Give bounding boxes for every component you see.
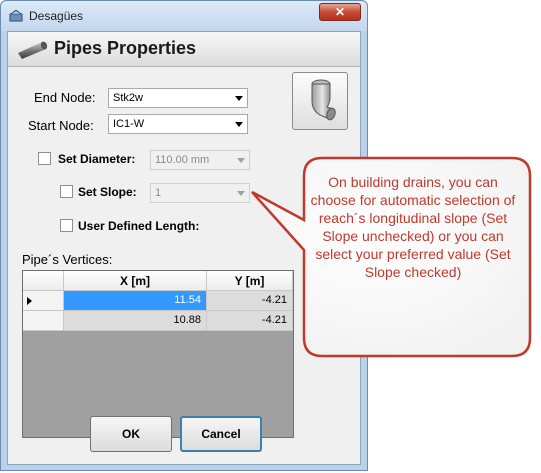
slope-select[interactable]: 1 (150, 183, 250, 203)
chevron-down-icon (235, 122, 243, 127)
user-length-label: User Defined Length: (78, 219, 200, 233)
cancel-button[interactable]: Cancel (180, 416, 262, 452)
window-title: Desagües (29, 9, 84, 23)
chevron-down-icon (237, 158, 245, 163)
set-diameter-label: Set Diameter: (58, 152, 136, 166)
set-slope-label: Set Slope: (78, 185, 137, 199)
end-node-label: End Node: (34, 90, 96, 105)
title-bar[interactable]: Desagües ✕ (1, 1, 367, 31)
grid-corner-header (23, 271, 64, 291)
start-node-value: IC1-W (113, 118, 145, 130)
slope-value: 1 (155, 187, 162, 199)
chevron-down-icon (237, 191, 245, 196)
pipe-icon (18, 41, 48, 59)
end-node-select[interactable]: Stk2w (108, 88, 248, 108)
diameter-value: 110.00 mm (155, 154, 210, 166)
set-slope-checkbox[interactable] (60, 185, 73, 198)
page-title: Pipes Properties (54, 38, 197, 58)
app-icon (9, 10, 23, 22)
table-cell-x[interactable]: 11.54 (64, 291, 207, 311)
close-icon: ✕ (334, 5, 346, 19)
set-diameter-checkbox[interactable] (38, 152, 51, 165)
end-node-value: Stk2w (113, 92, 143, 104)
elbow-icon (311, 79, 336, 121)
row-pointer-icon (27, 297, 32, 305)
diameter-select[interactable]: 110.00 mm (150, 150, 250, 170)
chevron-down-icon (235, 96, 243, 101)
fitting-button[interactable] (292, 72, 348, 130)
table-cell-x[interactable]: 10.88 (64, 311, 207, 331)
row-header[interactable] (23, 311, 64, 331)
dialog-header: Pipes Properties (8, 32, 360, 67)
ok-button[interactable]: OK (90, 416, 172, 452)
callout-text: On building drains, you can choose for a… (310, 174, 516, 280)
start-node-label: Start Node: (28, 118, 94, 133)
close-button[interactable]: ✕ (319, 3, 361, 21)
user-length-checkbox[interactable] (60, 219, 73, 232)
row-header[interactable] (23, 291, 64, 311)
column-header-x[interactable]: X [m] (64, 271, 207, 291)
start-node-select[interactable]: IC1-W (108, 114, 248, 134)
vertices-label: Pipe´s Vertices: (22, 252, 113, 267)
